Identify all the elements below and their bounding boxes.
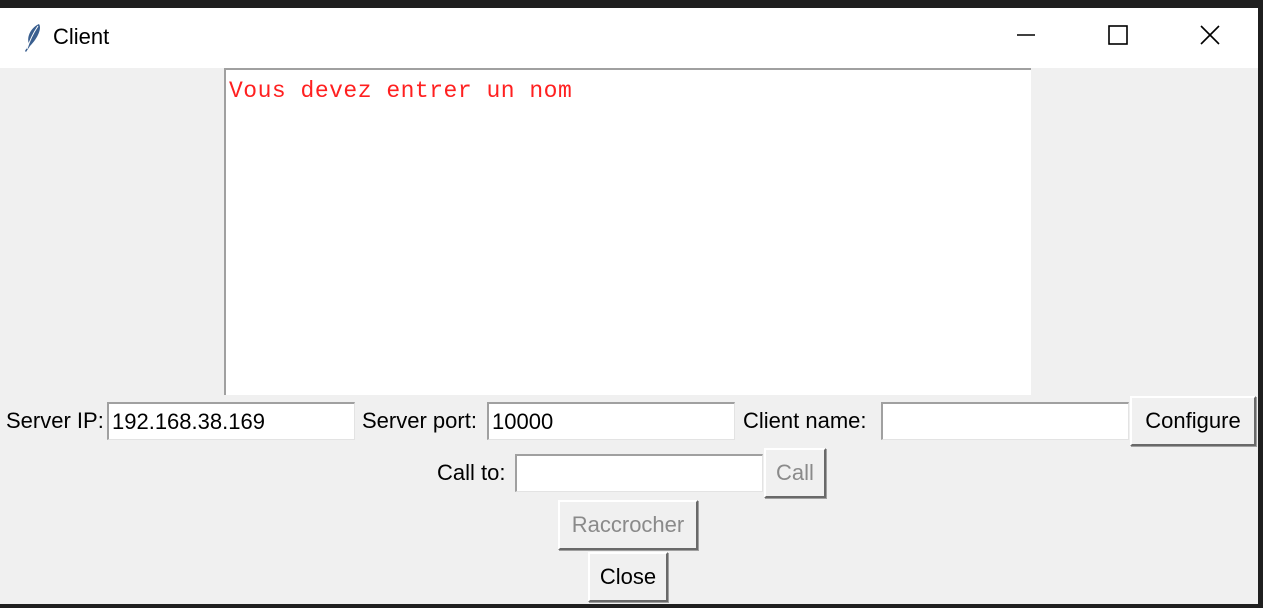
server-ip-input[interactable] — [107, 402, 355, 440]
close-window-button[interactable] — [1164, 8, 1256, 66]
server-ip-label: Server IP: — [6, 408, 104, 433]
call-to-input[interactable] — [515, 454, 763, 492]
call-button[interactable]: Call — [764, 448, 826, 498]
log-message: Vous devez entrer un nom — [229, 78, 573, 104]
server-port-label: Server port: — [362, 408, 477, 433]
maximize-icon — [1107, 24, 1129, 51]
hangup-button[interactable]: Raccrocher — [558, 500, 698, 550]
window-title: Client — [53, 24, 110, 49]
maximize-button[interactable] — [1072, 8, 1164, 66]
feather-icon — [20, 22, 44, 54]
close-button[interactable]: Close — [588, 552, 668, 602]
title-bar[interactable]: Client — [0, 8, 1258, 68]
minimize-icon — [1016, 25, 1036, 50]
server-port-input[interactable] — [487, 402, 735, 440]
message-log[interactable]: Vous devez entrer un nom — [224, 68, 1031, 395]
close-icon — [1199, 24, 1221, 51]
client-window: Client Vous devez entrer un nom Server I… — [0, 8, 1258, 604]
client-name-label: Client name: — [743, 408, 867, 433]
client-name-input[interactable] — [881, 402, 1129, 440]
configure-button[interactable]: Configure — [1130, 396, 1256, 446]
call-to-label: Call to: — [437, 460, 506, 485]
minimize-button[interactable] — [980, 8, 1072, 66]
